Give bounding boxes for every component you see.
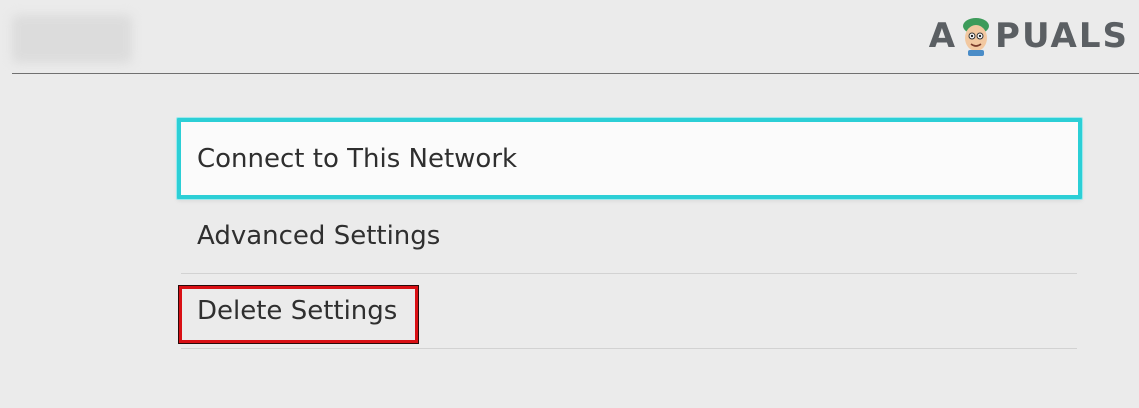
menu-item-label: Delete Settings (197, 296, 398, 326)
appuals-mascot-icon (963, 18, 990, 56)
blurred-page-title (12, 15, 132, 63)
watermark-letters: PUALS (995, 16, 1129, 56)
header-divider (12, 73, 1139, 74)
appuals-watermark: A PUALS (929, 14, 1129, 58)
menu-item-connect-to-network[interactable]: Connect to This Network (177, 118, 1082, 199)
menu-item-label: Advanced Settings (197, 221, 441, 251)
watermark-letter-a: A (928, 16, 958, 56)
network-settings-menu: Connect to This Network Advanced Setting… (177, 118, 1082, 349)
header: A PUALS (0, 0, 1139, 74)
menu-item-delete-settings[interactable]: Delete Settings (178, 274, 1077, 349)
menu-item-advanced-settings[interactable]: Advanced Settings (181, 199, 1077, 274)
menu-item-label: Connect to This Network (197, 143, 518, 174)
